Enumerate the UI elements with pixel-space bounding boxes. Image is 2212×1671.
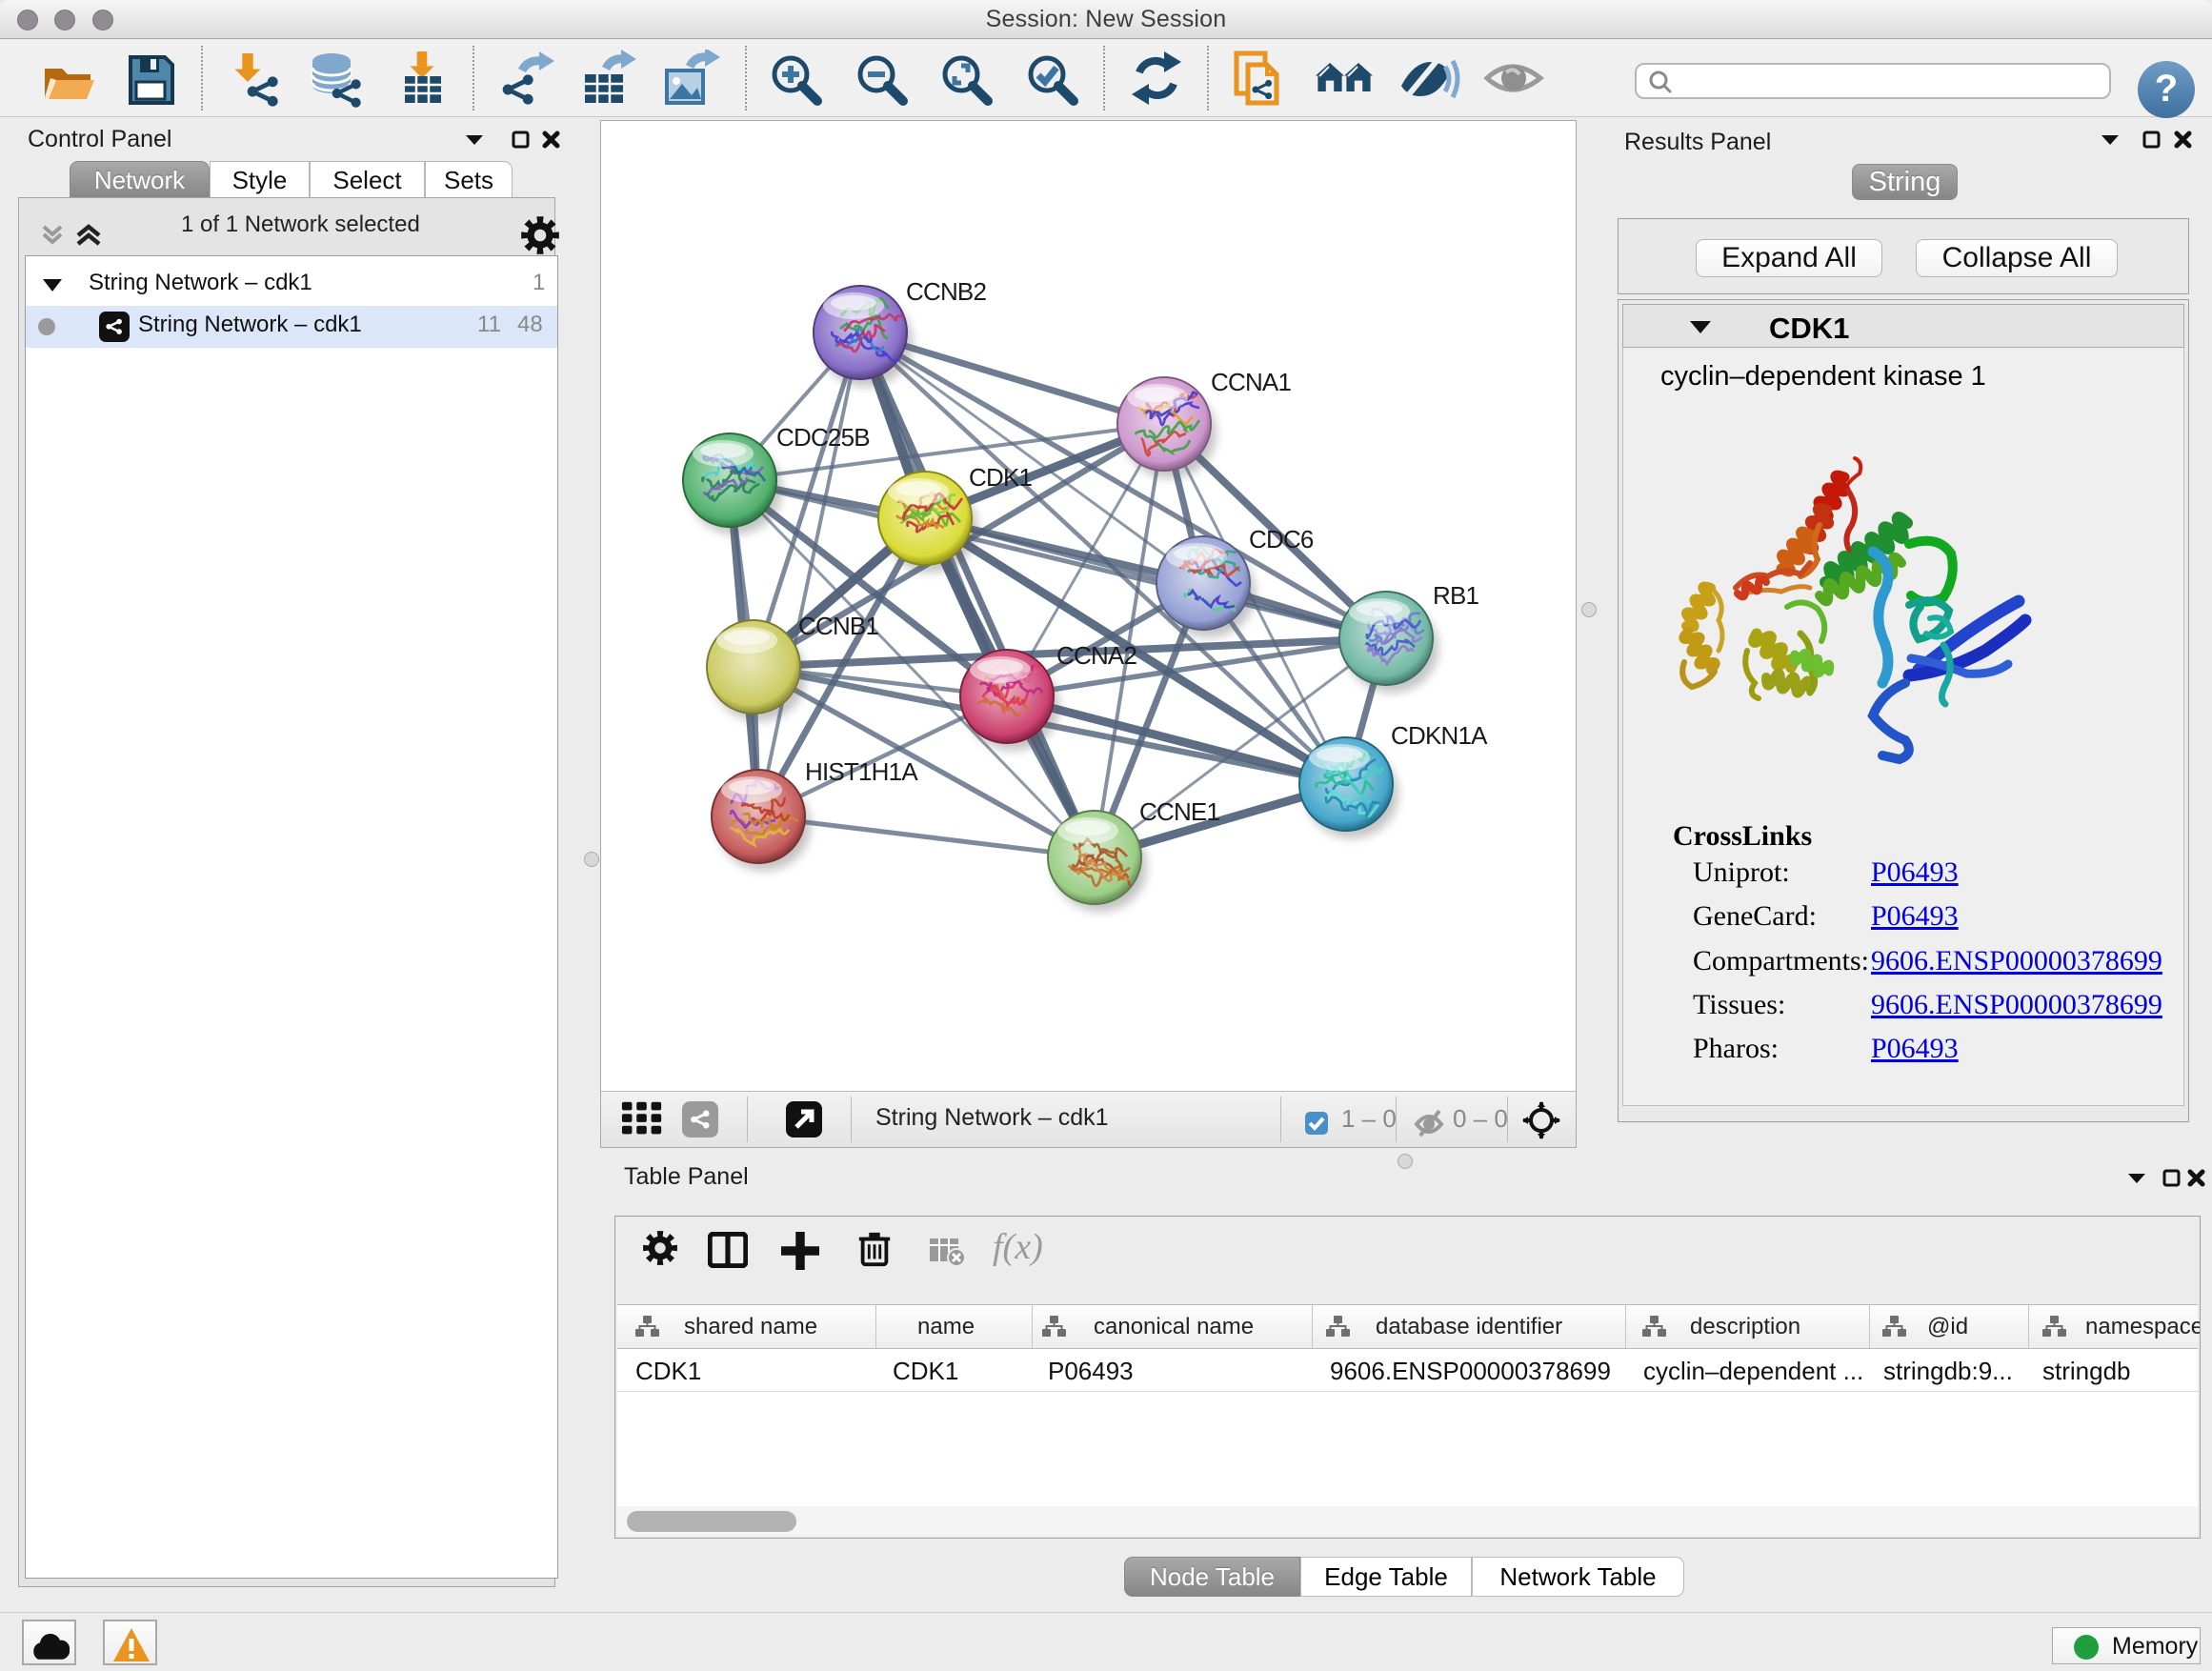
svg-text:CCNB1: CCNB1 [798,612,878,640]
svg-text:HIST1H1A: HIST1H1A [805,757,918,786]
svg-text:CCNE1: CCNE1 [1139,797,1219,826]
svg-text:CDC6: CDC6 [1249,525,1314,554]
svg-text:CDC25B: CDC25B [776,423,870,452]
svg-text:CDK1: CDK1 [969,463,1032,492]
svg-text:CCNA2: CCNA2 [1056,641,1136,670]
svg-text:CCNB2: CCNB2 [906,277,986,306]
svg-text:CDKN1A: CDKN1A [1391,721,1488,750]
svg-text:CCNA1: CCNA1 [1211,368,1291,396]
svg-text:RB1: RB1 [1433,581,1479,610]
